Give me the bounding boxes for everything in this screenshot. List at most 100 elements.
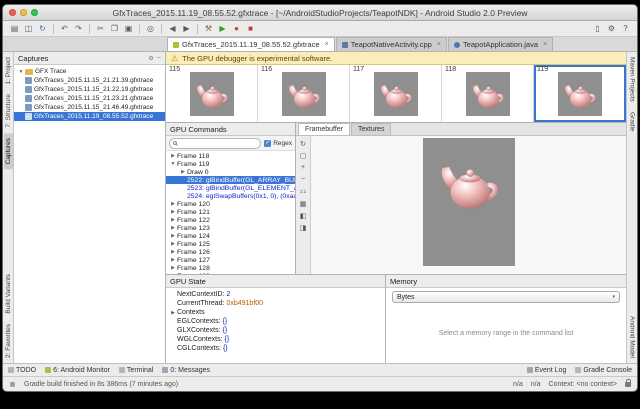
state-row[interactable]: CurrentThread:0xb491bf00 xyxy=(166,299,385,308)
chevron-right-icon[interactable] xyxy=(169,257,177,263)
toolwindow-terminal[interactable]: Terminal xyxy=(119,367,153,374)
frame-node[interactable]: Frame 128 xyxy=(166,264,295,272)
color-buffer-icon[interactable] xyxy=(297,210,309,221)
draw-node[interactable]: Draw 0 xyxy=(166,168,295,176)
refresh-icon[interactable] xyxy=(297,138,309,149)
chevron-down-icon[interactable] xyxy=(17,69,25,75)
gear-icon[interactable] xyxy=(148,55,153,62)
chevron-right-icon[interactable] xyxy=(169,249,177,255)
search-input[interactable] xyxy=(169,138,261,149)
captures-header[interactable]: Captures xyxy=(14,52,165,65)
stripe-build-variants[interactable]: Build Variants xyxy=(4,269,13,319)
toolwindow-messages[interactable]: 0: Messages xyxy=(162,367,210,374)
build-icon[interactable] xyxy=(202,22,215,35)
zoom-in-icon[interactable] xyxy=(297,162,309,173)
lock-icon[interactable] xyxy=(625,382,631,387)
wireframe-icon[interactable] xyxy=(297,198,309,209)
toolwindow-gradle-console[interactable]: Gradle Console xyxy=(575,367,632,374)
frame-thumbnail-cell[interactable]: 118 xyxy=(442,65,534,122)
frame-node[interactable]: Frame 122 xyxy=(166,216,295,224)
chevron-right-icon[interactable] xyxy=(169,153,177,159)
zoom-window-icon[interactable] xyxy=(31,9,38,16)
frame-node[interactable]: Frame 123 xyxy=(166,224,295,232)
back-icon[interactable] xyxy=(166,22,179,35)
chevron-right-icon[interactable] xyxy=(169,233,177,239)
capture-item[interactable]: GfxTraces_2015.11.15_21.23.21.gfxtrace xyxy=(14,94,165,103)
capture-item[interactable]: GfxTraces_2015.11.15_21.21.39.gfxtrace xyxy=(14,76,165,85)
open-icon[interactable] xyxy=(8,22,21,35)
regex-checkbox[interactable] xyxy=(264,140,271,147)
close-tab-icon[interactable] xyxy=(325,41,329,48)
toolwindow-event-log[interactable]: Event Log xyxy=(527,367,567,374)
chevron-right-icon[interactable] xyxy=(169,209,177,215)
tab-teapotnativeactivity[interactable]: TeapotNativeActivity.cpp xyxy=(336,37,447,51)
toolwindow-android-monitor[interactable]: 6: Android Monitor xyxy=(45,367,110,374)
chevron-down-icon[interactable] xyxy=(169,161,177,167)
cut-icon[interactable] xyxy=(94,22,107,35)
copy-icon[interactable] xyxy=(108,22,121,35)
help-icon[interactable] xyxy=(619,22,632,35)
tab-framebuffer[interactable]: Framebuffer xyxy=(298,123,350,135)
zoom-out-icon[interactable] xyxy=(297,174,309,185)
stripe-android-model[interactable]: Android Model xyxy=(628,311,637,363)
state-row[interactable]: GLXContexts:{} xyxy=(166,326,385,335)
state-row[interactable]: EGLContexts:{} xyxy=(166,317,385,326)
undo-icon[interactable] xyxy=(58,22,71,35)
debug-icon[interactable] xyxy=(230,22,243,35)
toolwindow-todo[interactable]: TODO xyxy=(8,367,36,374)
capture-item[interactable]: GfxTraces_2015.11.15_21.46.49.gfxtrace xyxy=(14,103,165,112)
capture-item-selected[interactable]: GfxTraces_2015.11.19_08.55.52.gfxtrace xyxy=(14,112,165,121)
stripe-structure[interactable]: 7: Structure xyxy=(4,89,13,133)
frame-thumbnail-cell[interactable]: 115 xyxy=(166,65,258,122)
paste-icon[interactable] xyxy=(122,22,135,35)
zoom-actual-icon[interactable] xyxy=(297,186,309,197)
frame-thumbnail-cell-selected[interactable]: 119 xyxy=(534,65,626,122)
minimize-window-icon[interactable] xyxy=(20,9,27,16)
close-tab-icon[interactable] xyxy=(437,41,441,48)
stop-icon[interactable] xyxy=(244,22,257,35)
frame-node[interactable]: Frame 125 xyxy=(166,240,295,248)
tab-teapotapplication[interactable]: TeapotApplication.java xyxy=(448,37,553,51)
frame-node[interactable]: Frame 127 xyxy=(166,256,295,264)
framebuffer-canvas[interactable] xyxy=(311,136,626,274)
stripe-captures[interactable]: Captures xyxy=(4,133,13,169)
forward-icon[interactable] xyxy=(180,22,193,35)
frame-node[interactable]: Frame 124 xyxy=(166,232,295,240)
memory-mode-select[interactable]: Bytes xyxy=(392,291,620,303)
close-tab-icon[interactable] xyxy=(543,41,547,48)
frame-node[interactable]: Frame 121 xyxy=(166,208,295,216)
regex-option[interactable]: Regex xyxy=(264,140,292,147)
state-row[interactable]: Contexts xyxy=(166,308,385,317)
state-row[interactable]: CGLContexts:{} xyxy=(166,344,385,353)
chevron-right-icon[interactable] xyxy=(169,265,177,271)
gpu-state-tree[interactable]: NextContextID:2 CurrentThread:0xb491bf00… xyxy=(166,288,385,363)
run-icon[interactable] xyxy=(216,22,229,35)
frame-node[interactable]: Frame 118 xyxy=(166,152,295,160)
titlebar[interactable]: GfxTraces_2015.11.19_08.55.52.gfxtrace -… xyxy=(3,5,637,21)
chevron-right-icon[interactable] xyxy=(169,310,177,316)
captures-root-node[interactable]: GFX Trace xyxy=(14,67,165,76)
avd-manager-icon[interactable] xyxy=(591,22,604,35)
frame-node-expanded[interactable]: Frame 119 xyxy=(166,160,295,168)
command-node[interactable]: 2523: glBindBuffer(GL_ELEMENT_ARRAY_BUF xyxy=(166,184,295,192)
frame-thumbnail-cell[interactable]: 117 xyxy=(350,65,442,122)
close-window-icon[interactable] xyxy=(9,9,16,16)
stripe-maven-projects[interactable]: Maven Projects xyxy=(628,52,637,107)
chevron-right-icon[interactable] xyxy=(169,225,177,231)
find-icon[interactable] xyxy=(144,22,157,35)
stripe-gradle[interactable]: Gradle xyxy=(628,107,637,137)
state-row[interactable]: WGLContexts:{} xyxy=(166,335,385,344)
hide-panel-icon[interactable] xyxy=(157,55,161,61)
command-node[interactable]: 2524: eglSwapBuffers(0x1, 0), (0xaadfec0… xyxy=(166,192,295,200)
settings-icon[interactable] xyxy=(605,22,618,35)
chevron-right-icon[interactable] xyxy=(169,273,177,274)
redo-icon[interactable] xyxy=(72,22,85,35)
frame-filmstrip[interactable]: 115 116 117 xyxy=(166,65,626,123)
stripe-favorites[interactable]: 2: Favorites xyxy=(4,319,13,363)
chevron-right-icon[interactable] xyxy=(179,169,187,175)
zoom-fit-icon[interactable] xyxy=(297,150,309,161)
chevron-right-icon[interactable] xyxy=(169,241,177,247)
sync-icon[interactable] xyxy=(36,22,49,35)
state-row[interactable]: NextContextID:2 xyxy=(166,290,385,299)
command-tree[interactable]: Frame 118 Frame 119 Draw 0 2522: glBindB… xyxy=(166,151,295,274)
